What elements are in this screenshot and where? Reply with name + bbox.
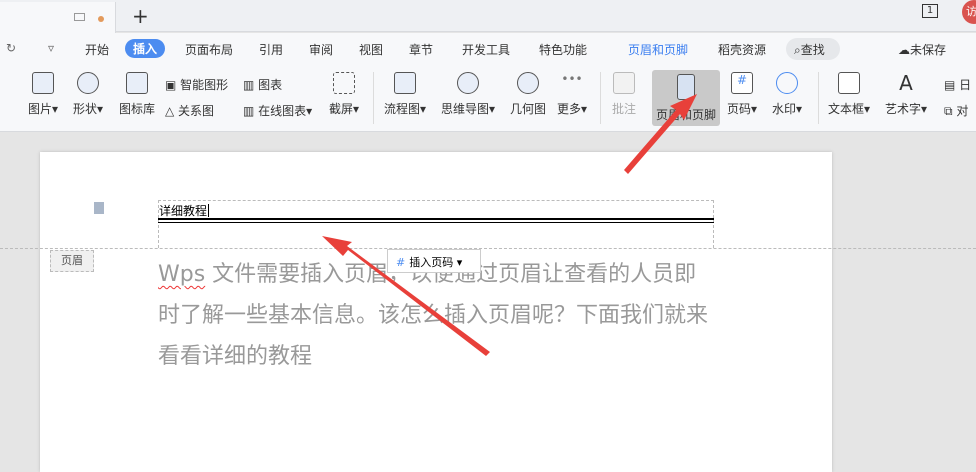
icon-library-button[interactable]: 图标库 — [119, 68, 155, 117]
smart-art-button[interactable]: ▣ 智能图形 — [165, 76, 228, 93]
more-icon: ••• — [561, 72, 583, 86]
chart-button[interactable]: ▥ 图表 — [243, 76, 282, 93]
header-footer-button[interactable]: 页眉和页脚 — [652, 70, 721, 126]
insert-page-number-button[interactable]: # 插入页码 ▾ — [387, 249, 481, 273]
ribbon-insert: 图片▾ 形状▾ 图标库 ▣ 智能图形 △ 关系图 ▥ 图表 ▥ 在线图表▾ 截屏… — [0, 66, 976, 132]
document-options-icon[interactable] — [94, 202, 104, 214]
chart-icon: ▥ — [243, 78, 255, 92]
object-button[interactable]: ⧉ 对 — [944, 102, 968, 119]
date-button[interactable]: ▤ 日 — [944, 76, 971, 93]
monitor-icon — [74, 13, 85, 21]
icon-library-icon — [126, 72, 148, 94]
more-button[interactable]: ••• 更多▾ — [557, 68, 587, 117]
mindmap-button[interactable]: 思维导图▾ — [441, 68, 495, 117]
unsaved-status[interactable]: ☁未保存 — [898, 41, 946, 58]
unsaved-dot-icon — [98, 16, 104, 22]
flowchart-button[interactable]: 流程图▾ — [384, 68, 426, 117]
picture-button[interactable]: 图片▾ — [28, 68, 58, 117]
textbox-icon — [838, 72, 861, 94]
relation-button[interactable]: △ 关系图 — [165, 102, 214, 119]
menu-header-footer[interactable]: 页眉和页脚 — [628, 41, 688, 58]
divider — [600, 72, 601, 124]
comment-icon — [613, 72, 635, 94]
redo-icon[interactable]: ↻ — [6, 41, 16, 55]
screenshot-button[interactable]: 截屏▾ — [329, 68, 359, 117]
textbox-button[interactable]: 文本框▾ — [828, 68, 870, 117]
page-number-button[interactable]: # 页码▾ — [727, 68, 757, 117]
page-indicator[interactable]: 1 — [922, 4, 938, 18]
document-tab[interactable] — [0, 2, 116, 33]
menu-home[interactable]: 开始 — [85, 41, 109, 58]
shape-icon — [77, 72, 100, 94]
header-text[interactable]: 详细教程 — [159, 202, 209, 219]
avatar[interactable]: 访 — [962, 0, 976, 24]
header-area[interactable] — [158, 200, 714, 248]
menu-developer[interactable]: 开发工具 — [462, 41, 510, 58]
menu-docer[interactable]: 稻壳资源 — [718, 41, 766, 58]
search-button[interactable]: ⌕查找 — [786, 38, 840, 60]
flowchart-icon — [394, 72, 417, 94]
menu-insert[interactable]: 插入 — [125, 39, 166, 58]
menu-bar: ↻ ▿ 开始 插入 页面布局 引用 审阅 视图 章节 开发工具 特色功能 页眉和… — [0, 33, 976, 66]
scissors-icon — [333, 72, 356, 94]
cloud-icon: ☁ — [898, 43, 910, 57]
mindmap-icon — [457, 72, 480, 94]
header-boundary — [0, 248, 976, 249]
menu-view[interactable]: 视图 — [359, 41, 383, 58]
page-number-icon: # — [396, 256, 406, 269]
page-number-icon: # — [731, 72, 754, 94]
wordart-icon: A — [899, 71, 913, 95]
geometry-icon — [517, 72, 539, 94]
header-label: 页眉 — [50, 250, 94, 272]
tab-bar: + 1 访 — [0, 0, 976, 33]
wordart-button[interactable]: A 艺术字▾ — [885, 68, 927, 117]
menu-features[interactable]: 特色功能 — [539, 41, 587, 58]
shape-button[interactable]: 形状▾ — [73, 68, 103, 117]
menu-section[interactable]: 章节 — [409, 41, 433, 58]
header-rule — [158, 218, 714, 220]
menu-references[interactable]: 引用 — [259, 41, 283, 58]
search-icon: ⌕ — [794, 43, 801, 57]
menu-page-layout[interactable]: 页面布局 — [185, 41, 233, 58]
menu-review[interactable]: 审阅 — [309, 41, 333, 58]
header-footer-icon — [677, 74, 695, 100]
geometry-button[interactable]: 几何图 — [510, 68, 546, 117]
comment-button[interactable]: 批注 — [612, 68, 636, 117]
picture-icon — [32, 72, 55, 94]
new-tab-button[interactable]: + — [132, 4, 149, 28]
customize-chevron-icon[interactable]: ▿ — [48, 41, 54, 55]
divider — [373, 72, 374, 124]
divider — [818, 72, 819, 124]
document-page[interactable]: 详细教程 页眉 Wps 文件需要插入页眉，以便通过页眉让查看的人员即时了解一些基… — [40, 152, 832, 472]
online-chart-button[interactable]: ▥ 在线图表▾ — [243, 102, 312, 119]
watermark-icon — [776, 72, 799, 94]
watermark-button[interactable]: 水印▾ — [772, 68, 802, 117]
header-rule-thin — [158, 222, 714, 223]
